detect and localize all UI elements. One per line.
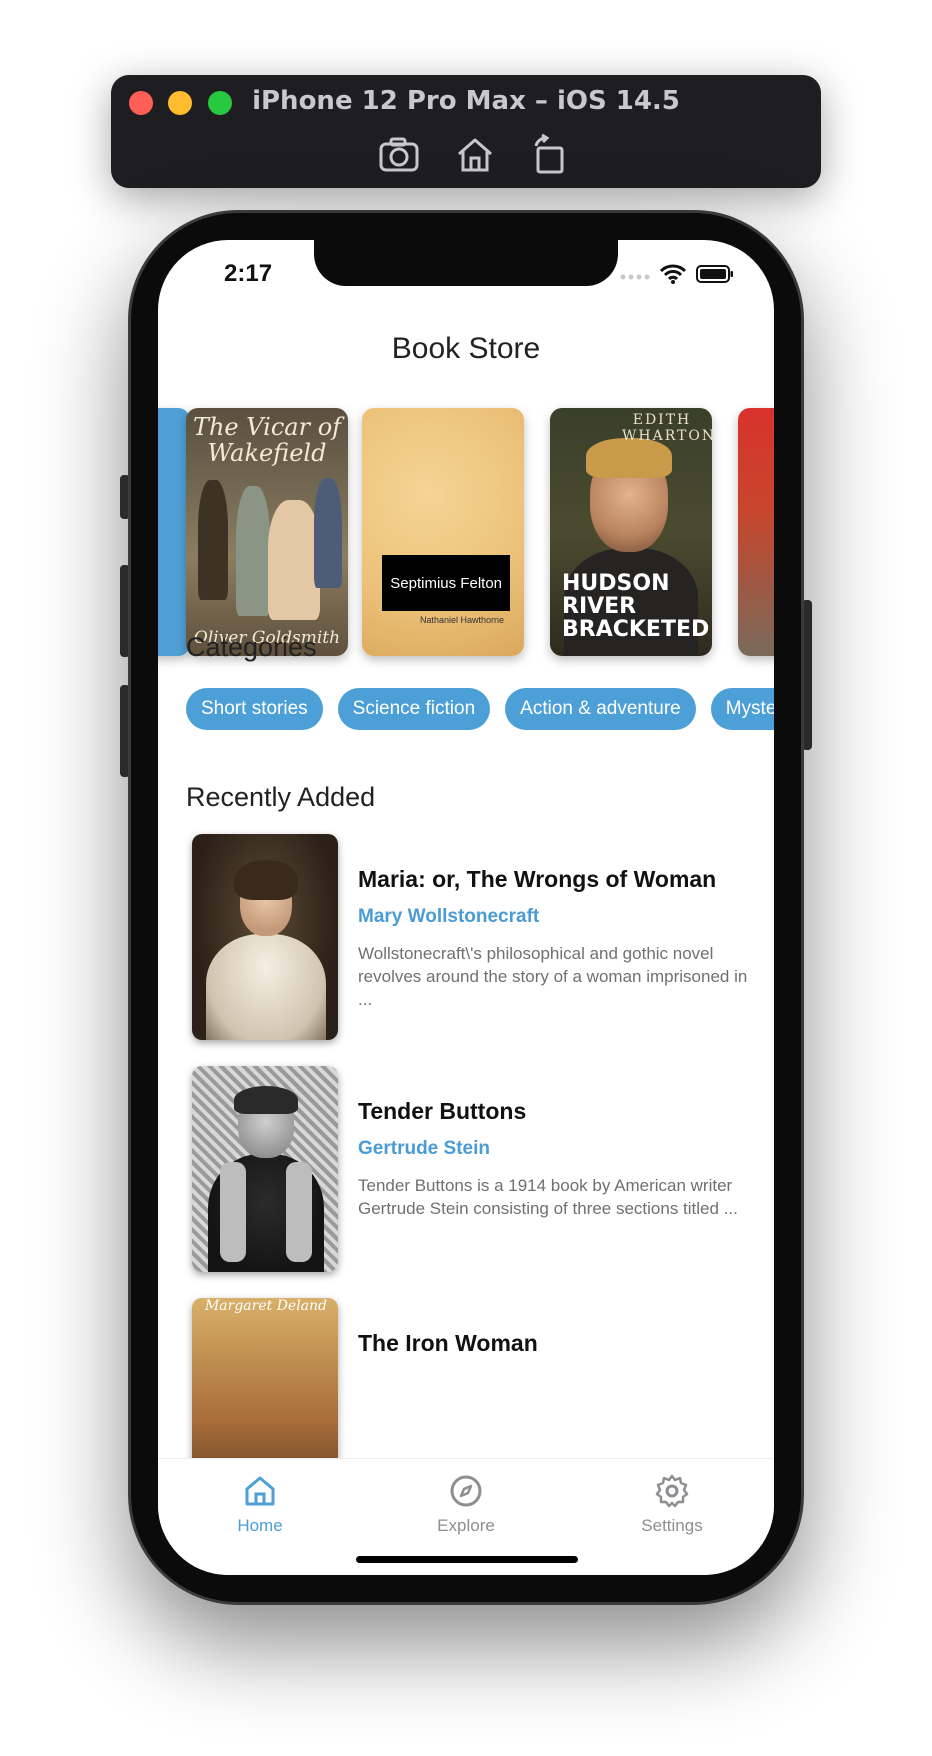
cover-figure — [236, 486, 270, 616]
tab-label: Settings — [641, 1516, 703, 1535]
home-icon — [242, 1476, 278, 1513]
wifi-icon — [659, 264, 687, 289]
home-indicator — [356, 1556, 578, 1563]
tab-settings[interactable]: Settings — [612, 1473, 732, 1536]
battery-icon — [696, 265, 734, 288]
featured-book-cover[interactable]: The Vicar of Wakefield Oliver Goldsmith — [186, 408, 348, 656]
book-description: Tender Buttons is a 1914 book by America… — [358, 1176, 738, 1218]
list-item[interactable]: Tender Buttons Gertrude Stein Tender But… — [192, 1066, 752, 1272]
categories-title: Categories — [186, 632, 317, 662]
status-icons — [620, 264, 734, 289]
cover-figure — [314, 478, 342, 588]
camera-icon[interactable] — [376, 132, 422, 178]
cover-figure — [198, 480, 228, 600]
cover-figure — [586, 438, 672, 478]
thumbnail-figure — [286, 1162, 312, 1262]
list-item[interactable]: Maria: or, The Wrongs of Woman Mary Woll… — [192, 834, 752, 1040]
tab-label: Explore — [437, 1516, 495, 1535]
book-author: Gertrude Stein — [358, 1138, 490, 1159]
rotate-icon[interactable] — [526, 132, 572, 178]
phone-screen: 2:17 Book Store The Vicar of Wakefield O… — [158, 240, 774, 1575]
cover-title-text: HUDSON RIVER BRACKETED — [562, 571, 710, 642]
tab-home[interactable]: Home — [200, 1473, 320, 1536]
cover-title: HUDSON RIVER BRACKETED — [562, 571, 710, 642]
book-title: Tender Buttons — [358, 1098, 527, 1124]
cover-author: Margaret Deland — [204, 1298, 328, 1314]
notch — [314, 240, 618, 286]
thumbnail-figure — [234, 860, 298, 900]
book-title: The Iron Woman — [358, 1330, 538, 1356]
cover-title: The Vicar of Wakefield — [192, 413, 342, 467]
category-chip[interactable]: Short stories — [186, 688, 323, 730]
book-author: Mary Wollstonecraft — [358, 906, 540, 927]
simulator-title: iPhone 12 Pro Max – iOS 14.5 — [252, 86, 680, 116]
category-chip[interactable]: Science fiction — [337, 688, 491, 730]
cover-title: Septimius Felton — [382, 555, 510, 611]
book-title: Maria: or, The Wrongs of Woman — [358, 866, 717, 892]
book-thumbnail — [192, 1066, 338, 1272]
recently-added-title: Recently Added — [186, 782, 376, 812]
tab-explore[interactable]: Explore — [406, 1473, 526, 1536]
cover-figure — [268, 500, 320, 620]
home-icon[interactable] — [452, 132, 498, 178]
thumbnail-figure — [206, 934, 326, 1040]
cover-author: Nathaniel Hawthorne — [420, 615, 505, 625]
gear-icon — [654, 1474, 690, 1513]
thumbnail-figure — [220, 1162, 246, 1262]
book-description: Wollstonecraft\'s philosophical and goth… — [358, 944, 748, 1009]
featured-book-cover[interactable]: Septimius Felton Nathaniel Hawthorne — [362, 408, 524, 656]
category-chip[interactable]: Myster — [710, 688, 774, 730]
compass-icon — [448, 1475, 484, 1513]
status-time: 2:17 — [224, 260, 273, 287]
tab-label: Home — [237, 1516, 283, 1535]
book-thumbnail — [192, 834, 338, 1040]
thumbnail-figure — [234, 1086, 298, 1114]
cover-author: EDITH WHARTON — [622, 412, 712, 444]
signal-icon — [620, 268, 650, 286]
category-chips: Short stories Science fiction Action & a… — [186, 688, 774, 730]
page-title: Book Store — [391, 332, 541, 365]
featured-book-cover[interactable]: EDITH WHARTON HUDSON RIVER BRACKETED — [550, 408, 712, 656]
featured-book-cover[interactable] — [738, 408, 774, 656]
category-chip[interactable]: Action & adventure — [505, 688, 696, 730]
